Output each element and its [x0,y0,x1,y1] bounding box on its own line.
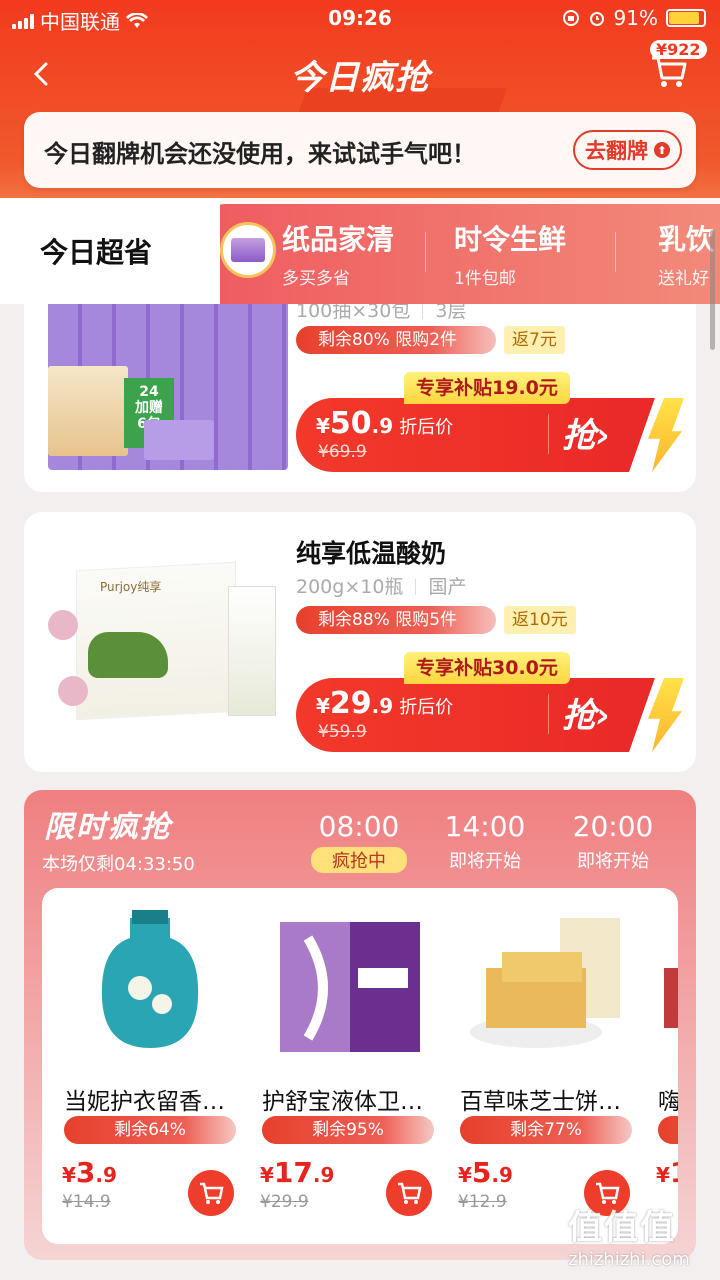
product-name: 护舒宝液体卫… [262,1089,423,1115]
price: ¥50.9 折后价 [316,406,454,441]
original-price: ¥29.9 [260,1192,309,1212]
price: ¥29.9 折后价 [316,686,454,721]
original-price: ¥12.9 [458,1192,507,1212]
scrollbar[interactable] [710,230,715,350]
stock-bar: 剩余80% 限购2件 [296,326,496,354]
buy-button[interactable]: ¥29.9 折后价 ¥59.9 抢› [296,678,655,752]
time-slot[interactable]: 20:00 即将开始 [558,810,668,873]
price: ¥5.9 [458,1156,513,1189]
stock-bar: 剩余88% 限购5件 [296,606,496,634]
price: ¥17.9 [260,1156,335,1189]
category-tabs: 今日超省 纸品家清 多买多省 时令生鲜 1件包邮 乳饮 送礼好 [0,198,720,304]
original-price: ¥59.9 [318,722,367,742]
tab-fresh[interactable]: 时令生鲜 1件包邮 [454,218,566,289]
countdown: 本场仅剩04:33:50 [42,854,195,875]
grab-label: 抢› [562,416,611,456]
page-title: 今日疯抢 [290,58,430,98]
yogurt-side-box [228,586,276,716]
stock-bar [658,1116,678,1144]
product-image [664,968,678,1028]
flash-item[interactable]: 嗨 ¥1 [654,888,678,1244]
add-to-cart-button[interactable] [386,1170,432,1216]
tab-divider [425,232,426,272]
category-thumbnail [220,222,276,278]
cart-icon [398,1182,422,1204]
product-image [101,910,199,1048]
flash-sale-list: 当妮护衣留香… 剩余64% ¥3.9 ¥14.9 护舒宝液体卫… 剩余95% ¥… [42,888,678,1244]
stock-bar: 剩余77% [460,1116,632,1144]
stock-bar: 剩余64% [64,1116,236,1144]
status-bar: 中国联通 09:26 91% [0,0,720,38]
product-spec: 200g×10瓶 国产 [296,576,467,598]
original-price: ¥69.9 [318,442,367,462]
price: ¥3.9 [62,1156,117,1189]
banner-text: 今日翻牌机会还没使用，来试试手气吧！ [44,140,476,168]
brand-label: Purjoy纯享 [100,580,162,594]
divider [548,414,549,454]
battery-icon [666,9,706,27]
subsidy-badge: 专享补贴19.0元 [404,372,570,404]
flash-item[interactable]: 当妮护衣留香… 剩余64% ¥3.9 ¥14.9 [60,888,240,1244]
arrow-up-icon: ⬆ [654,142,670,158]
stock-bar: 剩余95% [262,1116,434,1144]
divider [548,694,549,734]
flip-card-banner: 今日翻牌机会还没使用，来试试手气吧！ 去翻牌 ⬆ [24,112,696,188]
cow-illustration [88,632,168,678]
flash-sale-section: 限时疯抢 本场仅剩04:33:50 08:00 疯抢中 14:00 即将开始 20:… [24,790,696,1260]
product-image [280,922,420,1052]
flip-card-label: 去翻牌 [585,139,648,163]
product-name: 嗨 [658,1089,678,1115]
price: ¥1 [656,1156,678,1189]
grab-label: 抢› [562,696,611,736]
tissue-pack-image [48,366,128,456]
flip-card-button[interactable]: 去翻牌 ⬆ [573,130,682,170]
original-price: ¥14.9 [62,1192,111,1212]
tab-divider [615,232,616,272]
product-image [470,918,620,1048]
watermark: 值值值 zhizhizhi.com [568,1208,690,1270]
cart-icon [200,1182,224,1204]
flash-sale-title: 限时疯抢 [44,810,172,845]
time-slot[interactable]: 14:00 即将开始 [430,810,540,873]
flower-decoration [48,610,78,640]
product-card[interactable]: Purjoy纯享 纯享低温酸奶 200g×10瓶 国产 剩余88% 限购5件 返1… [24,512,696,772]
subsidy-badge: 专享补贴30.0元 [404,652,570,684]
buy-button[interactable]: ¥50.9 折后价 ¥69.9 抢› [296,398,655,472]
tab-paper-cleaning[interactable]: 纸品家清 多买多省 [282,218,394,289]
time-slot[interactable]: 08:00 疯抢中 [304,810,414,873]
return-badge: 返10元 [504,606,576,634]
flash-item[interactable]: 百草味芝士饼… 剩余77% ¥5.9 ¥12.9 [456,888,636,1244]
alarm-icon [589,12,604,26]
rotation-lock-icon [562,10,579,26]
small-pack-image [144,420,214,460]
battery-percent: 91% [613,6,658,30]
tab-today[interactable]: 今日超省 [0,198,220,304]
flash-item[interactable]: 护舒宝液体卫… 剩余95% ¥17.9 ¥29.9 [258,888,438,1244]
product-name: 当妮护衣留香… [64,1089,225,1115]
cart-icon[interactable] [648,50,688,90]
flower-decoration [58,676,88,706]
product-image: Purjoy纯享 [48,561,288,726]
status-right: 91% [562,6,706,30]
add-to-cart-button[interactable] [188,1170,234,1216]
return-badge: 返7元 [504,326,565,354]
product-name: 纯享低温酸奶 [296,539,447,568]
product-name: 百草味芝士饼… [460,1089,621,1115]
